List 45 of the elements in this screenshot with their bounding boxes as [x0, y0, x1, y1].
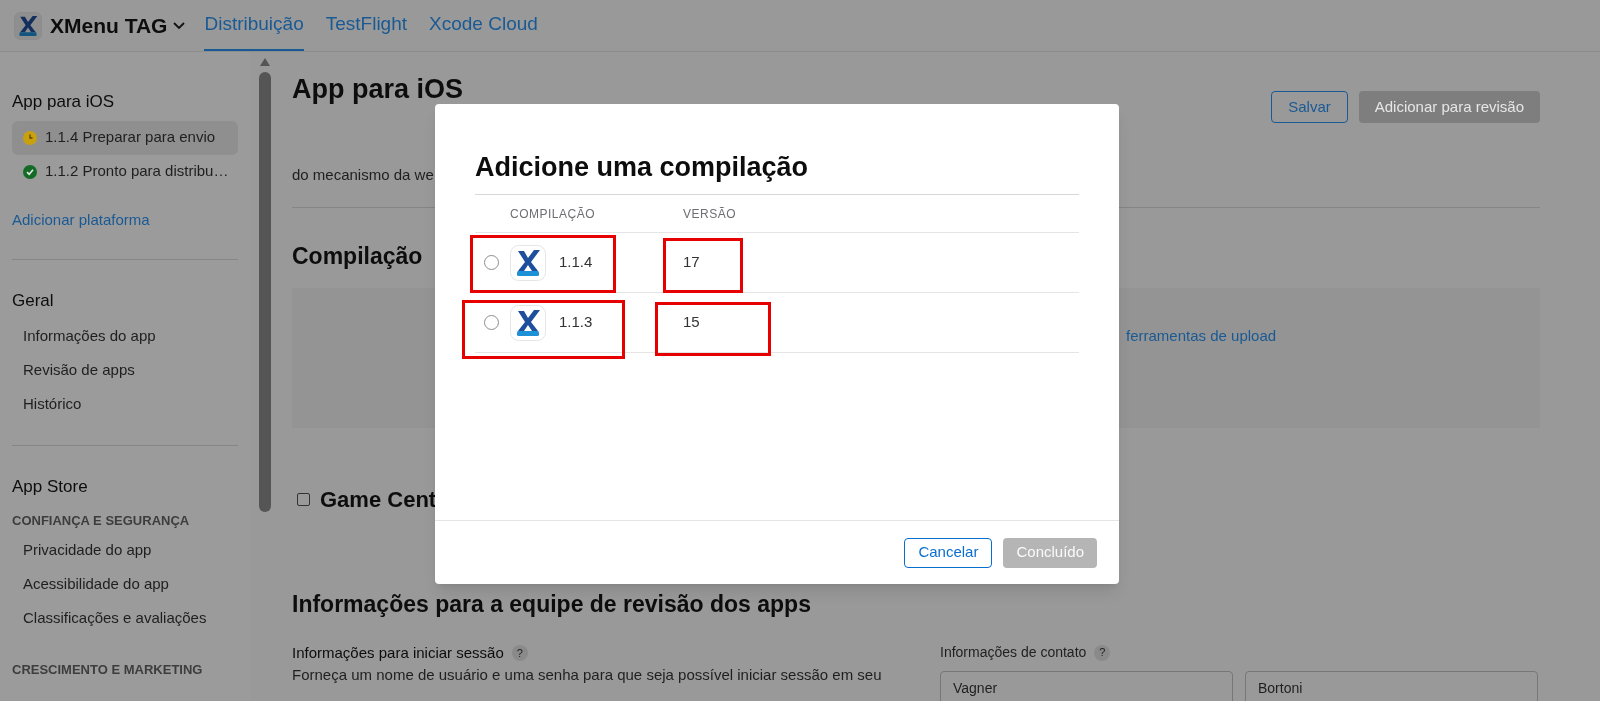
app-icon: [510, 244, 546, 281]
dialog-button[interactable]: Cancelar: [904, 537, 993, 568]
sidebar-item[interactable]: Privacidade do app: [12, 533, 238, 567]
group-title: CONFIANÇA E SEGURANÇA: [12, 512, 191, 531]
version-number: 15: [683, 312, 700, 333]
build-number: 1.1.4: [559, 252, 594, 273]
add-platform-link[interactable]: Adicionar plataforma: [12, 208, 150, 231]
clock-icon: [23, 130, 37, 145]
scrollbar-thumb[interactable]: [259, 72, 271, 512]
help-badge[interactable]: ?: [1094, 644, 1111, 661]
sidebar-item[interactable]: Revisão de apps: [12, 353, 238, 388]
build-number: 1.1.3: [559, 312, 594, 333]
section-title: Geral: [12, 290, 55, 312]
text-field[interactable]: Bortoni: [1245, 671, 1538, 701]
version-number: 17: [683, 252, 700, 273]
app-icon: [510, 304, 546, 341]
chevron-down-icon[interactable]: [172, 20, 187, 31]
sidebar-item[interactable]: Acessibilidade do app: [12, 567, 238, 601]
sidebar-item[interactable]: Informações do app: [12, 319, 238, 354]
sidebar-item[interactable]: Histórico: [12, 387, 238, 422]
text-field[interactable]: Vagner: [940, 671, 1233, 701]
section-title: App para iOS: [12, 91, 116, 113]
group-title: CRESCIMENTO E MARKETING: [12, 661, 204, 680]
section-title: Game Cent: [320, 486, 437, 514]
version-item[interactable]: 1.1.2 Pronto para distribu…: [12, 154, 238, 189]
section-title: Informações para a equipe de revisão dos apps: [292, 590, 811, 618]
help-badge[interactable]: ?: [511, 645, 528, 662]
sidebar-item[interactable]: Classificações e avaliações: [12, 601, 238, 635]
column-header: COMPILAÇÃO: [510, 205, 596, 223]
app-name: XMenu TAG: [50, 12, 168, 39]
version-item[interactable]: 1.1.4 Preparar para envio: [12, 120, 238, 155]
app-logo: [14, 11, 42, 40]
check-icon: [23, 164, 37, 179]
section-title: App Store: [12, 475, 89, 498]
description-text: do mecanismo da we: [292, 165, 434, 185]
column-header: VERSÃO: [683, 205, 736, 223]
dialog-title: Adicione uma compilação: [475, 150, 1079, 195]
help-text: Forneça um nome de usuário e uma senha para que seja possível iniciar sessão em seu: [292, 664, 883, 684]
field-label: Informações para iniciar sessão: [292, 643, 504, 663]
section-title: Compilação: [292, 242, 423, 270]
page-title: App para iOS: [292, 76, 464, 102]
checkbox[interactable]: [297, 493, 310, 506]
field-label: Informações de contato: [940, 643, 1087, 662]
action-button[interactable]: Salvar: [1271, 91, 1348, 123]
scroll-up-icon[interactable]: [260, 58, 270, 66]
